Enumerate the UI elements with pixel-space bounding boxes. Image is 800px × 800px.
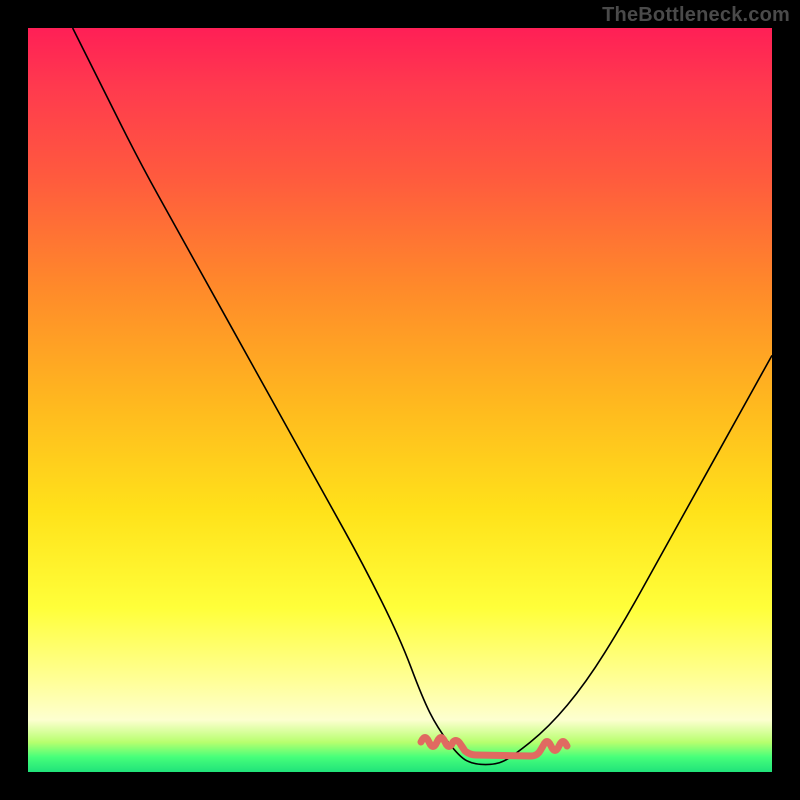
chart-svg [28, 28, 772, 772]
watermark-text: TheBottleneck.com [602, 4, 790, 27]
plot-area [28, 28, 772, 772]
optimal-region-scribble [421, 738, 567, 757]
chart-stage: TheBottleneck.com [0, 0, 800, 800]
bottleneck-curve [73, 28, 772, 765]
